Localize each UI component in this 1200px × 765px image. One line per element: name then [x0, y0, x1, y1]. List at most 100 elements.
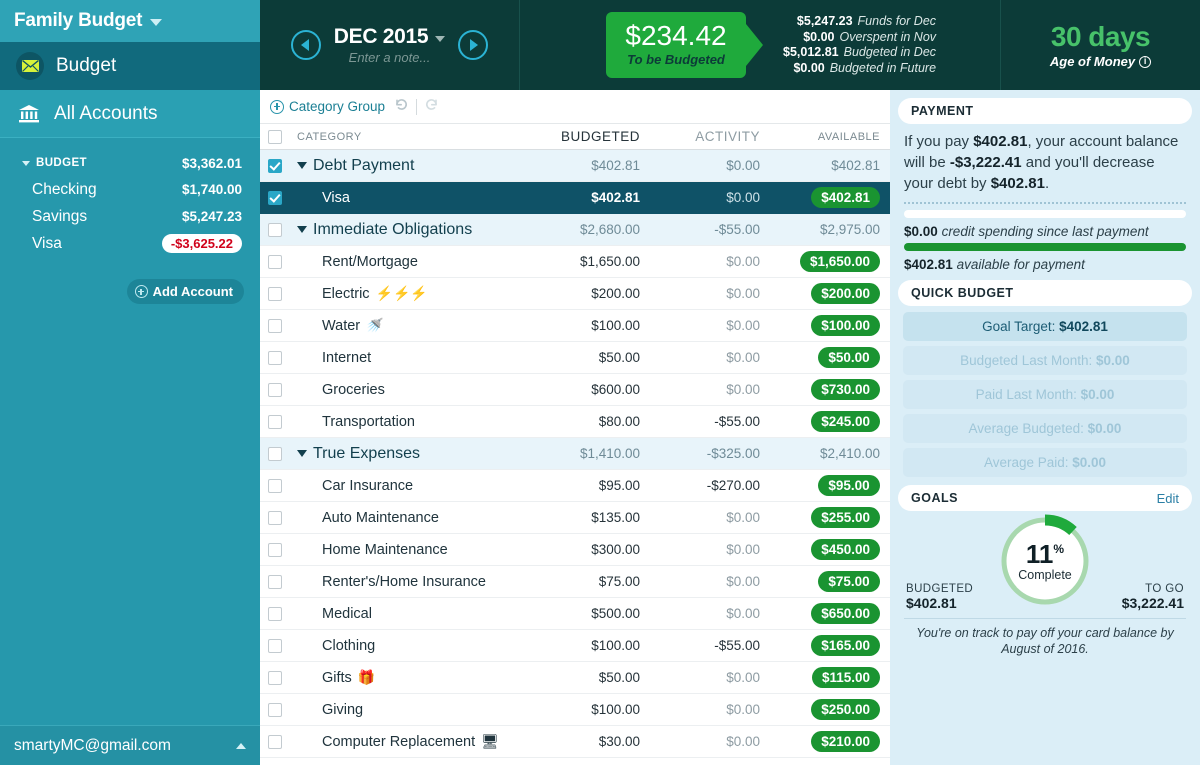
row-checkbox[interactable] [268, 542, 282, 557]
category-cell[interactable]: Renter's/Home Insurance [290, 574, 530, 590]
quick-budget-option[interactable]: Budgeted Last Month: $0.00 [903, 346, 1187, 375]
table-row[interactable]: Electric ⚡⚡⚡ $200.00 $0.00 $200.00 [260, 278, 890, 310]
budgeted-cell[interactable]: $135.00 [530, 510, 650, 525]
row-checkbox[interactable] [268, 670, 282, 685]
budgeted-cell[interactable]: $1,650.00 [530, 254, 650, 269]
available-cell[interactable]: $2,410.00 [770, 446, 890, 461]
previous-month-button[interactable] [290, 30, 321, 60]
info-icon[interactable]: i [1139, 55, 1152, 68]
table-row[interactable]: Internet $50.00 $0.00 $50.00 [260, 342, 890, 374]
activity-cell[interactable]: -$55.00 [650, 222, 770, 237]
activity-cell[interactable]: $0.00 [650, 254, 770, 269]
available-cell[interactable]: $402.81 [770, 158, 890, 173]
budgeted-cell[interactable]: $500.00 [530, 606, 650, 621]
budgeted-cell[interactable]: $100.00 [530, 702, 650, 717]
table-row[interactable]: Medical $500.00 $0.00 $650.00 [260, 598, 890, 630]
available-pill[interactable]: $730.00 [811, 379, 880, 400]
available-cell[interactable]: $1,650.00 [770, 251, 890, 272]
available-cell[interactable]: $250.00 [770, 699, 890, 720]
table-row[interactable]: Auto Maintenance $135.00 $0.00 $255.00 [260, 502, 890, 534]
activity-cell[interactable]: $0.00 [650, 350, 770, 365]
available-pill[interactable]: $250.00 [811, 699, 880, 720]
current-month-selector[interactable]: DEC 2015 [334, 25, 446, 49]
table-row[interactable]: Giving $100.00 $0.00 $250.00 [260, 694, 890, 726]
available-pill[interactable]: $95.00 [818, 475, 880, 496]
available-pill[interactable]: $75.00 [818, 571, 880, 592]
available-pill[interactable]: $255.00 [811, 507, 880, 528]
row-checkbox[interactable] [268, 510, 282, 525]
available-cell[interactable]: $200.00 [770, 283, 890, 304]
triangle-down-icon[interactable] [297, 226, 307, 233]
budgeted-cell[interactable]: $50.00 [530, 670, 650, 685]
available-cell[interactable]: $100.00 [770, 315, 890, 336]
budget-name-switcher[interactable]: Family Budget [0, 0, 260, 42]
available-cell[interactable]: $115.00 [770, 667, 890, 688]
available-pill[interactable]: $450.00 [811, 539, 880, 560]
table-row[interactable]: Gifts 🎁 $50.00 $0.00 $115.00 [260, 662, 890, 694]
table-row[interactable]: Immediate Obligations $2,680.00 -$55.00 $2,… [260, 214, 890, 246]
activity-cell[interactable]: $0.00 [650, 542, 770, 557]
budgeted-cell[interactable]: $100.00 [530, 638, 650, 653]
budgeted-cell[interactable]: $30.00 [530, 734, 650, 749]
table-row[interactable]: Water 🚿 $100.00 $0.00 $100.00 [260, 310, 890, 342]
budgeted-cell[interactable]: $200.00 [530, 286, 650, 301]
budgeted-cell[interactable]: $100.00 [530, 318, 650, 333]
category-cell[interactable]: Auto Maintenance [290, 510, 530, 526]
sidebar-item-all-accounts[interactable]: All Accounts [0, 90, 260, 138]
next-month-button[interactable] [458, 30, 489, 60]
activity-cell[interactable]: -$55.00 [650, 414, 770, 429]
available-cell[interactable]: $50.00 [770, 347, 890, 368]
budgeted-cell[interactable]: $50.00 [530, 350, 650, 365]
goals-edit-button[interactable]: Edit [1157, 491, 1179, 506]
available-cell[interactable]: $650.00 [770, 603, 890, 624]
category-cell[interactable]: Electric ⚡⚡⚡ [290, 285, 530, 302]
column-header-available[interactable]: AVAILABLE [770, 131, 890, 143]
activity-cell[interactable]: $0.00 [650, 574, 770, 589]
available-pill[interactable]: $402.81 [811, 187, 880, 208]
sidebar-item-budget[interactable]: Budget [0, 42, 260, 90]
row-checkbox[interactable] [268, 446, 282, 461]
category-cell[interactable]: True Expenses [290, 445, 530, 463]
column-header-budgeted[interactable]: BUDGETED [530, 129, 650, 144]
row-checkbox[interactable] [268, 702, 282, 717]
category-cell[interactable]: Internet [290, 350, 530, 366]
table-row[interactable]: Computer Replacement 🖥 $30.00 $0.00 $210.00 [260, 726, 890, 758]
table-row[interactable]: Visa $402.81 $0.00 $402.81 [260, 182, 890, 214]
table-row[interactable]: Debt Payment $402.81 $0.00 $402.81 [260, 150, 890, 182]
category-cell[interactable]: Giving [290, 702, 530, 718]
budgeted-cell[interactable]: $300.00 [530, 542, 650, 557]
row-checkbox[interactable] [268, 478, 282, 493]
add-account-button[interactable]: Add Account [126, 279, 244, 304]
account-row-checking[interactable]: Checking $1,740.00 [0, 176, 260, 203]
quick-budget-option[interactable]: Goal Target: $402.81 [903, 312, 1187, 341]
budgeted-cell[interactable]: $402.81 [530, 158, 650, 173]
row-checkbox[interactable] [268, 638, 282, 653]
activity-cell[interactable]: $0.00 [650, 670, 770, 685]
category-cell[interactable]: Debt Payment [290, 157, 530, 175]
row-checkbox[interactable] [268, 286, 282, 301]
redo-icon[interactable] [424, 97, 439, 117]
row-checkbox[interactable] [268, 158, 282, 173]
select-all-checkbox[interactable] [268, 129, 282, 144]
available-pill[interactable]: $100.00 [811, 315, 880, 336]
available-cell[interactable]: $95.00 [770, 475, 890, 496]
row-checkbox[interactable] [268, 318, 282, 333]
category-cell[interactable]: Gifts 🎁 [290, 669, 530, 686]
activity-cell[interactable]: $0.00 [650, 286, 770, 301]
category-cell[interactable]: Car Insurance [290, 478, 530, 494]
row-checkbox[interactable] [268, 382, 282, 397]
category-cell[interactable]: Rent/Mortgage [290, 254, 530, 270]
activity-cell[interactable]: $0.00 [650, 382, 770, 397]
age-of-money-widget[interactable]: 30 days Age of Money i [1000, 0, 1200, 90]
quick-budget-option[interactable]: Average Paid: $0.00 [903, 448, 1187, 477]
row-checkbox[interactable] [268, 254, 282, 269]
row-checkbox[interactable] [268, 222, 282, 237]
category-cell[interactable]: Clothing [290, 638, 530, 654]
activity-cell[interactable]: -$270.00 [650, 478, 770, 493]
triangle-down-icon[interactable] [22, 160, 30, 166]
available-pill[interactable]: $165.00 [811, 635, 880, 656]
activity-cell[interactable]: $0.00 [650, 158, 770, 173]
triangle-down-icon[interactable] [297, 450, 307, 457]
table-row[interactable]: Renter's/Home Insurance $75.00 $0.00 $75.00 [260, 566, 890, 598]
available-cell[interactable]: $255.00 [770, 507, 890, 528]
